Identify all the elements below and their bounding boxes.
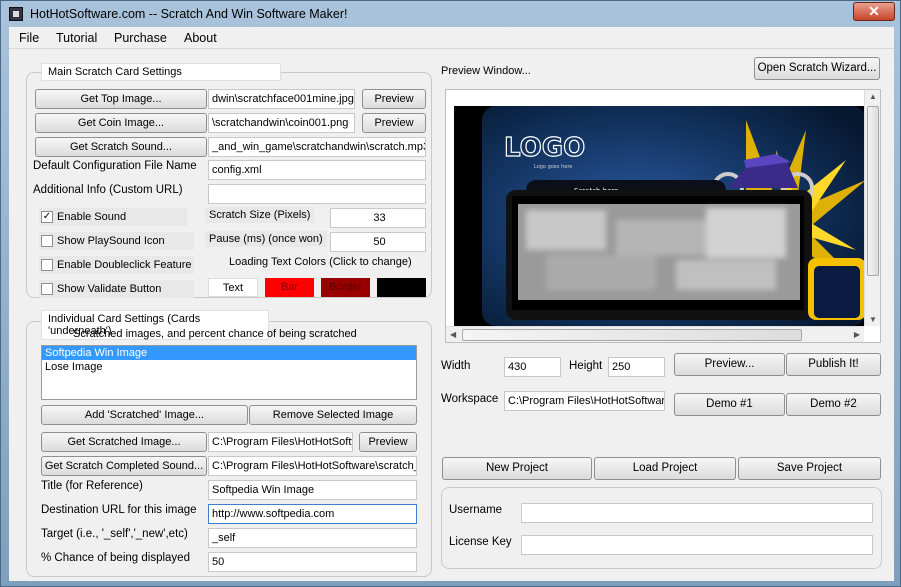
- destination-url-field[interactable]: http://www.softpedia.com: [208, 504, 417, 524]
- add-scratched-image-button[interactable]: Add 'Scratched' Image...: [41, 405, 248, 425]
- publish-button[interactable]: Publish It!: [786, 353, 881, 376]
- preview-window-label: Preview Window...: [441, 65, 531, 77]
- preview-window: LOGO Logo goes here Scratch here ▲: [445, 89, 881, 343]
- scroll-right-icon[interactable]: ▶: [854, 330, 860, 339]
- check-icon: ✓: [41, 211, 53, 223]
- scroll-left-icon[interactable]: ◀: [450, 330, 456, 339]
- preview-top-image-button[interactable]: Preview: [362, 89, 426, 109]
- preview-vertical-scrollbar[interactable]: ▲ ▼: [864, 90, 880, 326]
- menu-file[interactable]: File: [19, 31, 39, 45]
- scratch-size-label: Scratch Size (Pixels): [205, 207, 315, 223]
- license-key-label: License Key: [449, 536, 512, 548]
- bar-color-swatch[interactable]: Bar: [265, 278, 314, 297]
- scroll-down-icon[interactable]: ▼: [869, 315, 877, 324]
- show-playsound-checkbox[interactable]: Show PlaySound Icon: [39, 232, 194, 250]
- preview-coin-image-button[interactable]: Preview: [362, 113, 426, 133]
- remove-selected-image-button[interactable]: Remove Selected Image: [249, 405, 417, 425]
- scratched-images-list[interactable]: Softpedia Win Image Lose Image: [41, 345, 417, 400]
- target-label: Target (i.e., '_self','_new',etc): [41, 528, 188, 540]
- chance-label: % Chance of being displayed: [41, 552, 190, 564]
- get-completed-sound-button[interactable]: Get Scratch Completed Sound...: [41, 456, 207, 476]
- preview-horizontal-scrollbar[interactable]: ◀ ▶: [446, 326, 864, 342]
- enable-sound-checkbox[interactable]: ✓ Enable Sound: [39, 208, 187, 226]
- get-scratched-image-button[interactable]: Get Scratched Image...: [41, 432, 207, 452]
- demo2-button[interactable]: Demo #2: [786, 393, 881, 416]
- enable-sound-label: Enable Sound: [57, 211, 127, 223]
- checkbox-box: [41, 283, 53, 295]
- width-field[interactable]: 430: [504, 357, 561, 377]
- main-settings-label: Main Scratch Card Settings: [41, 63, 281, 81]
- scroll-thumb[interactable]: [867, 106, 879, 276]
- background-color-swatch[interactable]: [377, 278, 426, 297]
- enable-doubleclick-checkbox[interactable]: Enable Doubleclick Feature: [39, 256, 194, 274]
- menu-tutorial[interactable]: Tutorial: [56, 31, 97, 45]
- get-top-image-button[interactable]: Get Top Image...: [35, 89, 207, 109]
- logo-text: LOGO: [504, 133, 585, 163]
- config-file-field[interactable]: config.xml: [208, 160, 426, 180]
- license-key-field[interactable]: [521, 535, 873, 555]
- target-field[interactable]: _self: [208, 528, 417, 548]
- height-field[interactable]: 250: [608, 357, 665, 377]
- preview-scratched-image-button[interactable]: Preview: [359, 432, 417, 452]
- text-color-swatch[interactable]: Text: [208, 278, 258, 297]
- width-label: Width: [441, 360, 471, 372]
- client-area: File Tutorial Purchase About Main Scratc…: [9, 27, 894, 581]
- window-title: HotHotSoftware.com -- Scratch And Win So…: [30, 7, 348, 21]
- loading-colors-label: Loading Text Colors (Click to change): [229, 256, 412, 268]
- checkbox-box: [41, 235, 53, 247]
- demo1-button[interactable]: Demo #1: [674, 393, 785, 416]
- checkbox-box: [41, 259, 53, 271]
- border-color-swatch[interactable]: Border: [321, 278, 370, 297]
- load-project-button[interactable]: Load Project: [594, 457, 736, 480]
- preview-button[interactable]: Preview...: [674, 353, 785, 376]
- get-scratch-sound-button[interactable]: Get Scratch Sound...: [35, 137, 207, 157]
- additional-info-label: Additional Info (Custom URL): [33, 184, 183, 196]
- menu-bar: File Tutorial Purchase About: [9, 27, 894, 49]
- username-field[interactable]: [521, 503, 873, 523]
- title-label: Title (for Reference): [41, 480, 143, 492]
- scratch-card-preview[interactable]: LOGO Logo goes here Scratch here: [446, 90, 866, 326]
- save-project-button[interactable]: Save Project: [738, 457, 881, 480]
- top-image-path-field[interactable]: dwin\scratchface001mine.jpg: [208, 89, 355, 109]
- destination-url-label: Destination URL for this image: [41, 504, 197, 516]
- license-group: [441, 487, 882, 569]
- pause-field[interactable]: 50: [330, 232, 426, 252]
- menu-purchase[interactable]: Purchase: [114, 31, 167, 45]
- app-window: HotHotSoftware.com -- Scratch And Win So…: [0, 0, 901, 587]
- username-label: Username: [449, 504, 503, 516]
- menu-about[interactable]: About: [184, 31, 217, 45]
- close-button[interactable]: ✕: [853, 2, 895, 21]
- app-icon: [9, 7, 23, 21]
- show-validate-label: Show Validate Button: [57, 283, 162, 295]
- new-project-button[interactable]: New Project: [442, 457, 592, 480]
- open-scratch-wizard-button[interactable]: Open Scratch Wizard...: [754, 57, 880, 80]
- enable-doubleclick-label: Enable Doubleclick Feature: [57, 259, 192, 271]
- list-item[interactable]: Softpedia Win Image: [42, 346, 416, 360]
- scroll-up-icon[interactable]: ▲: [869, 92, 877, 101]
- scroll-thumb[interactable]: [462, 329, 802, 341]
- config-file-label: Default Configuration File Name: [33, 160, 197, 172]
- pause-label: Pause (ms) (once won): [205, 231, 327, 247]
- logo-subtext: Logo goes here: [534, 164, 572, 170]
- show-playsound-label: Show PlaySound Icon: [57, 235, 165, 247]
- show-validate-checkbox[interactable]: Show Validate Button: [39, 280, 194, 298]
- get-coin-image-button[interactable]: Get Coin Image...: [35, 113, 207, 133]
- title-field[interactable]: Softpedia Win Image: [208, 480, 417, 500]
- list-item[interactable]: Lose Image: [42, 360, 416, 374]
- additional-info-field[interactable]: [208, 184, 426, 204]
- chance-field[interactable]: 50: [208, 552, 417, 572]
- scratch-sound-path-field[interactable]: _and_win_game\scratchandwin\scratch.mp3: [208, 137, 426, 157]
- completed-sound-path-field[interactable]: C:\Program Files\HotHotSoftware\scratch_: [208, 456, 417, 476]
- scratched-images-subtitle: Scratched images, and percent chance of …: [73, 328, 357, 340]
- coin-image-path-field[interactable]: \scratchandwin\coin001.png: [208, 113, 355, 133]
- scratched-image-path-field[interactable]: C:\Program Files\HotHotSofty: [208, 432, 353, 452]
- workspace-field[interactable]: C:\Program Files\HotHotSoftware: [504, 391, 665, 411]
- title-bar[interactable]: HotHotSoftware.com -- Scratch And Win So…: [1, 1, 900, 27]
- height-label: Height: [569, 360, 603, 372]
- workspace-label: Workspace: [441, 393, 499, 405]
- scratch-size-field[interactable]: 33: [330, 208, 426, 228]
